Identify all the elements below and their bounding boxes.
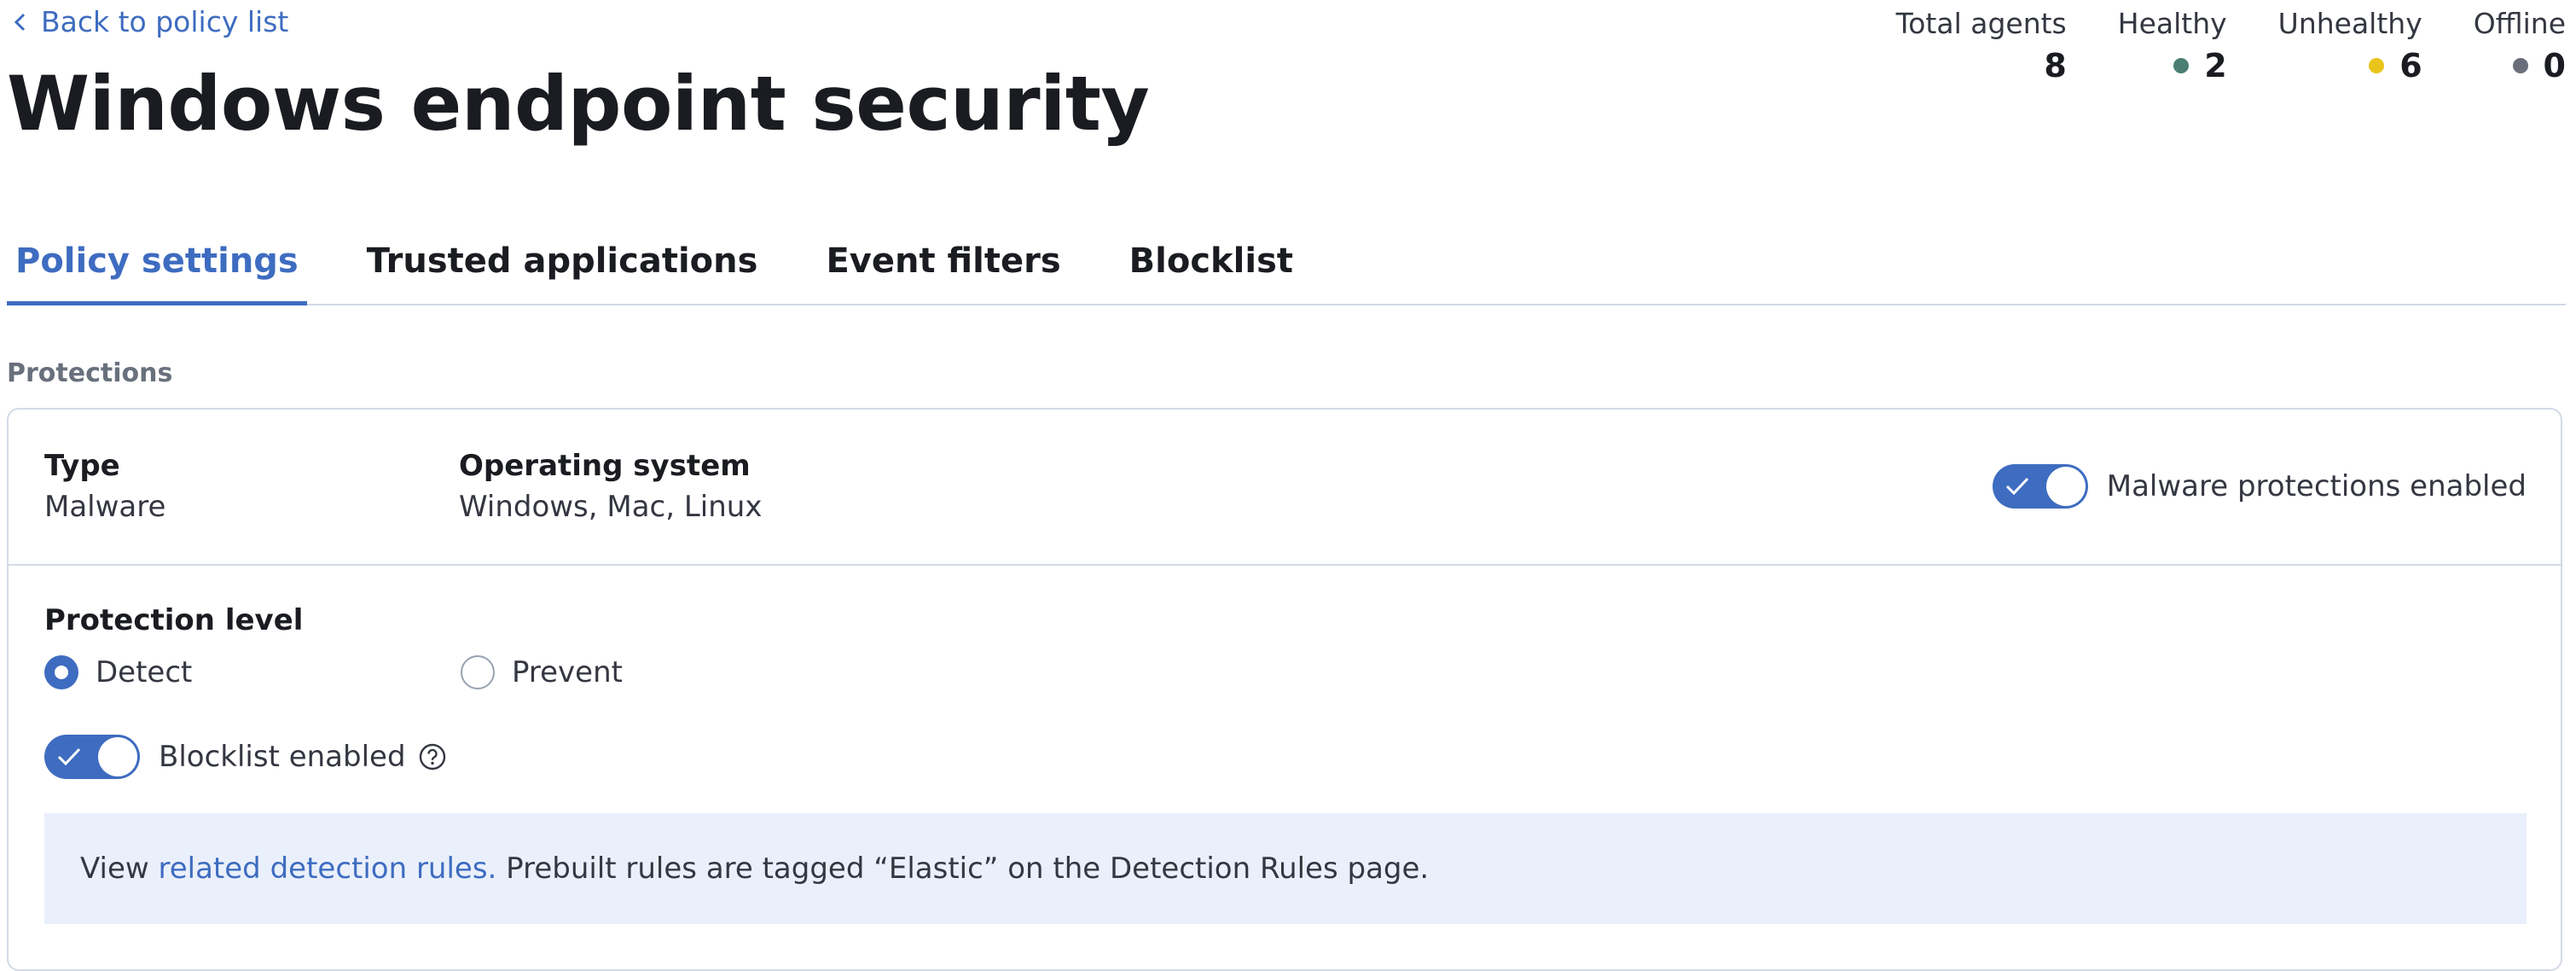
callout-suffix: Prebuilt rules are tagged “Elastic” on t… [496, 852, 1430, 886]
switch-knob [2045, 467, 2086, 506]
back-to-policy-list-link[interactable]: Back to policy list [9, 5, 288, 38]
os-value: Windows, Mac, Linux [459, 490, 763, 524]
back-link-label: Back to policy list [41, 5, 289, 38]
help-icon[interactable] [418, 742, 447, 771]
os-field: Operating system Windows, Mac, Linux [459, 447, 762, 529]
chevron-left-icon [14, 13, 26, 31]
tab-policy-settings[interactable]: Policy settings [7, 220, 307, 305]
unhealthy-status-dot-icon [2369, 58, 2385, 73]
agent-stats: Total agents 8 Healthy 2 Unhealthy 6 Off… [1845, 5, 2566, 89]
stat-value: 8 [2044, 47, 2067, 84]
tab-event-filters[interactable]: Event filters [817, 220, 1069, 302]
protection-level-title: Protection level [44, 603, 304, 637]
stat-offline: Offline 0 [2474, 5, 2566, 89]
blocklist-toggle-row: Blocklist enabled [44, 735, 447, 779]
stat-value: 6 [2399, 47, 2422, 84]
os-title: Operating system [459, 449, 751, 483]
card-header: Type Malware Operating system Windows, M… [9, 410, 2561, 566]
stat-total-agents: Total agents 8 [1896, 5, 2067, 89]
type-field: Type Malware [44, 447, 165, 529]
check-icon [57, 747, 81, 766]
detection-rules-callout: View related detection rules. Prebuilt r… [44, 813, 2527, 924]
related-detection-rules-link[interactable]: related detection rules. [159, 852, 497, 886]
blocklist-label: Blocklist enabled [159, 740, 406, 774]
healthy-status-dot-icon [2173, 58, 2190, 73]
radio-detect[interactable] [44, 655, 78, 689]
section-label-protections: Protections [7, 358, 173, 388]
radio-option-detect[interactable]: Detect [44, 655, 192, 689]
radio-label: Prevent [512, 655, 623, 689]
malware-protections-switch[interactable] [1992, 464, 2088, 509]
radio-label: Detect [96, 655, 193, 689]
stat-value: 0 [2543, 47, 2566, 84]
type-title: Type [44, 449, 120, 483]
malware-protection-card: Type Malware Operating system Windows, M… [7, 408, 2562, 971]
policy-tabs: Policy settings Trusted applications Eve… [7, 220, 2566, 305]
stat-value: 2 [2204, 47, 2227, 84]
stat-unhealthy: Unhealthy 6 [2278, 5, 2422, 89]
stat-label: Healthy [2117, 7, 2227, 40]
tab-trusted-applications[interactable]: Trusted applications [358, 220, 767, 302]
radio-prevent[interactable] [461, 655, 495, 689]
blocklist-switch[interactable] [44, 735, 140, 779]
stat-label: Offline [2473, 7, 2566, 40]
page-title: Windows endpoint security [7, 60, 1150, 148]
malware-protections-label: Malware protections enabled [2106, 469, 2527, 503]
stat-healthy: Healthy 2 [2118, 5, 2227, 89]
tab-blocklist[interactable]: Blocklist [1121, 220, 1302, 302]
check-icon [2005, 477, 2028, 496]
offline-status-dot-icon [2512, 58, 2528, 73]
radio-option-prevent[interactable]: Prevent [461, 655, 623, 689]
type-value: Malware [44, 490, 166, 524]
stat-label: Total agents [1895, 7, 2067, 40]
switch-knob [98, 737, 137, 776]
callout-prefix: View [80, 852, 159, 886]
malware-protections-toggle-row: Malware protections enabled [1992, 464, 2527, 509]
stat-label: Unhealthy [2277, 7, 2422, 40]
